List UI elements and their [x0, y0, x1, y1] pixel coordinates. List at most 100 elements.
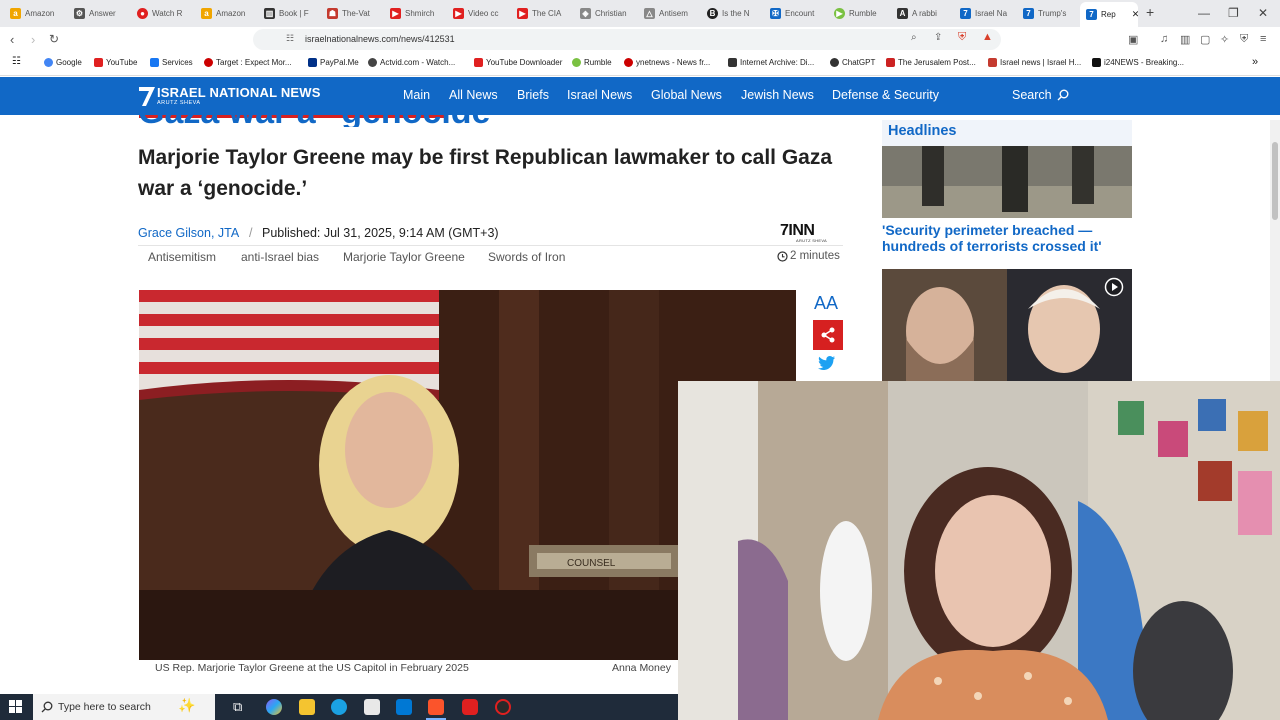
site-info-icon[interactable]: ☷: [286, 33, 294, 44]
headline-link[interactable]: 'Security perimeter breached — hundreds …: [882, 222, 1132, 254]
copilot-icon[interactable]: [266, 699, 282, 715]
browser-tab[interactable]: ▶ The CIA: [511, 3, 573, 24]
amazon-icon: a: [10, 8, 21, 19]
headline-image[interactable]: [882, 146, 1132, 218]
taskbar-search-box[interactable]: Type here to search ✨: [33, 694, 215, 720]
site-icon: ✠: [770, 8, 781, 19]
nav-all-news[interactable]: All News: [449, 88, 498, 102]
brave-shield-icon[interactable]: ⛨: [958, 31, 966, 44]
bookmark-item[interactable]: Internet Archive: Di...: [728, 58, 814, 67]
bookmark-item[interactable]: Rumble: [572, 58, 612, 67]
edge-icon[interactable]: [331, 699, 347, 715]
bookmark-item[interactable]: Google: [44, 58, 82, 67]
windows-start-icon[interactable]: [9, 700, 22, 713]
brave-rewards-icon[interactable]: ▲: [982, 31, 993, 43]
inn-icon: 7: [960, 8, 971, 19]
restore-button[interactable]: ❐: [1228, 6, 1239, 20]
nav-briefs[interactable]: Briefs: [517, 88, 549, 102]
store-icon[interactable]: [364, 699, 380, 715]
share-page-icon[interactable]: ⇪: [934, 32, 942, 43]
tag-link[interactable]: Antisemitism: [148, 250, 216, 264]
taskbar-search-placeholder: Type here to search: [58, 701, 151, 713]
leo-icon[interactable]: ✧: [1220, 33, 1229, 46]
window-close-button[interactable]: ✕: [1258, 6, 1268, 20]
browser-tab[interactable]: ● Watch R: [131, 3, 193, 24]
reader-icon[interactable]: ▥: [1180, 33, 1190, 46]
music-icon[interactable]: ♫: [1160, 33, 1168, 45]
browser-tab[interactable]: ▥ Book | F: [258, 3, 320, 24]
sidebar-icon[interactable]: ▣: [1128, 33, 1138, 46]
browser-tab[interactable]: ☗ The-Vat: [321, 3, 383, 24]
forward-icon[interactable]: ›: [31, 32, 35, 47]
youtube-app-icon[interactable]: [462, 699, 478, 715]
outlook-icon[interactable]: [396, 699, 412, 715]
play-icon[interactable]: [1104, 277, 1124, 297]
browser-tab[interactable]: ⚙ Answer: [68, 3, 130, 24]
bookmark-label: PayPal.Me: [320, 58, 359, 67]
headlines-header: Headlines: [882, 120, 1132, 146]
tag-link[interactable]: anti-Israel bias: [241, 250, 319, 264]
site-search-button[interactable]: Search: [1012, 88, 1052, 102]
bookmark-item[interactable]: ChatGPT: [830, 58, 875, 67]
task-view-icon[interactable]: ⧉: [233, 699, 242, 715]
search-icon[interactable]: [1057, 89, 1069, 101]
bookmark-item[interactable]: Target : Expect Mor...: [204, 58, 292, 67]
close-tab-icon[interactable]: ✕: [1132, 9, 1138, 20]
more-bookmarks-icon[interactable]: »: [1252, 56, 1258, 68]
back-icon[interactable]: ‹: [10, 32, 14, 47]
browser-tab[interactable]: ◈ Christian: [574, 3, 636, 24]
bookmark-item[interactable]: ynetnews - News fr...: [624, 58, 710, 67]
font-size-toggle[interactable]: AA: [814, 293, 838, 314]
bookmark-item[interactable]: YouTube: [94, 58, 137, 67]
browser-tab[interactable]: ✠ Encount: [764, 3, 826, 24]
webcam-overlay: [678, 381, 1280, 720]
browser-tab[interactable]: 7 Israel Na: [954, 3, 1016, 24]
site-logo-title[interactable]: ISRAEL NATIONAL NEWS: [157, 85, 321, 100]
file-explorer-icon[interactable]: [299, 699, 315, 715]
nav-defense-security[interactable]: Defense & Security: [832, 88, 939, 102]
browser-tab[interactable]: ▶ Rumble: [828, 3, 890, 24]
bookmark-item[interactable]: PayPal.Me: [308, 58, 359, 67]
nav-main[interactable]: Main: [403, 88, 430, 102]
browser-tab-active[interactable]: 7 Rep ✕: [1080, 2, 1138, 27]
brave-browser-icon[interactable]: [428, 699, 444, 715]
wallet-icon[interactable]: ▢: [1200, 33, 1210, 46]
inn-logo-icon[interactable]: [138, 85, 156, 107]
headline-video-thumbnail[interactable]: [882, 269, 1132, 381]
scrollbar-thumb[interactable]: [1272, 142, 1278, 220]
bookmark-label: Actvid.com - Watch...: [380, 58, 456, 67]
tag-link[interactable]: Swords of Iron: [488, 250, 565, 264]
zoom-icon[interactable]: ⌕: [911, 32, 917, 43]
tab-label: Is the N: [722, 9, 750, 18]
apps-icon[interactable]: ☷: [12, 56, 21, 67]
browser-tab[interactable]: ▶ Video cc: [447, 3, 509, 24]
youtube-icon: ▶: [390, 8, 401, 19]
browser-tab[interactable]: △ Antisem: [638, 3, 700, 24]
menu-icon[interactable]: ≡: [1260, 33, 1266, 45]
bookmark-item[interactable]: i24NEWS - Breaking...: [1092, 58, 1184, 67]
vpn-icon[interactable]: ⛨: [1240, 33, 1248, 46]
share-button[interactable]: [813, 320, 843, 350]
bookmark-item[interactable]: Services: [150, 58, 193, 67]
browser-tab[interactable]: A A rabbi: [891, 3, 953, 24]
nav-jewish-news[interactable]: Jewish News: [741, 88, 814, 102]
browser-tab[interactable]: a Amazon: [195, 3, 257, 24]
nav-israel-news[interactable]: Israel News: [567, 88, 632, 102]
new-tab-button[interactable]: +: [1146, 4, 1154, 20]
bookmark-item[interactable]: YouTube Downloader: [474, 58, 562, 67]
browser-tab[interactable]: a Amazon: [4, 3, 66, 24]
reload-icon[interactable]: ↻: [49, 32, 59, 46]
twitter-icon[interactable]: [818, 355, 836, 371]
recorder-icon[interactable]: [495, 699, 511, 715]
address-bar[interactable]: ☷ israelnationalnews.com/news/412531 ⌕ ⇪…: [253, 29, 1001, 50]
tag-link[interactable]: Marjorie Taylor Greene: [343, 250, 465, 264]
browser-tab[interactable]: B Is the N: [701, 3, 763, 24]
nav-global-news[interactable]: Global News: [651, 88, 722, 102]
browser-tab[interactable]: ▶ Shmirch: [384, 3, 446, 24]
minimize-button[interactable]: —: [1198, 6, 1210, 20]
bookmark-item[interactable]: The Jerusalem Post...: [886, 58, 976, 67]
author-link[interactable]: Grace Gilson, JTA: [138, 226, 239, 240]
bookmark-item[interactable]: Actvid.com - Watch...: [368, 58, 455, 67]
bookmark-item[interactable]: Israel news | Israel H...: [988, 58, 1081, 67]
browser-tab[interactable]: 7 Trump's: [1017, 3, 1079, 24]
